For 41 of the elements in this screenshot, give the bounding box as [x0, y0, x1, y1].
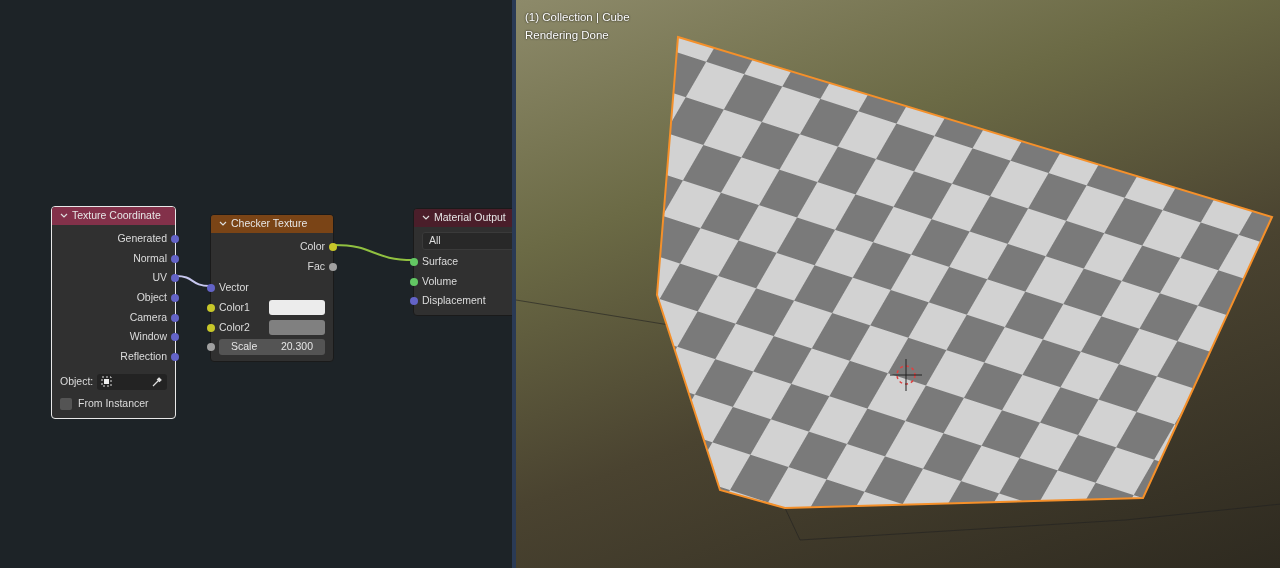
- color-swatch[interactable]: [269, 320, 325, 336]
- 3d-cursor-icon[interactable]: [889, 358, 923, 392]
- checkbox-label: From Instancer: [78, 395, 149, 411]
- node-header[interactable]: Checker Texture: [211, 215, 333, 233]
- output-label: Color: [299, 238, 325, 254]
- chevron-down-icon: [219, 221, 227, 227]
- output-label: UV: [152, 270, 167, 286]
- output-label: Object: [136, 290, 167, 306]
- viewport-info-text: (1) Collection | Cube: [525, 10, 630, 25]
- output-label: Generated: [117, 230, 167, 246]
- eyedropper-icon[interactable]: [151, 375, 163, 388]
- dropdown-field[interactable]: All: [422, 232, 512, 250]
- node-title: Material Output: [434, 210, 506, 226]
- viewport-info-text: Rendering Done: [525, 28, 610, 43]
- input-label: Surface: [422, 253, 459, 269]
- node-card[interactable]: Material Output All Surface Volume Displacement: [413, 208, 512, 317]
- output-label: Reflection: [120, 349, 167, 365]
- number-field[interactable]: Scale 20.300: [219, 339, 325, 356]
- node-card[interactable]: Texture Coordinate Generated Normal UV Object Camera Window Reflection Object: From Instancer: [51, 206, 176, 419]
- output-label: Window: [129, 329, 167, 345]
- input-label: Color2: [219, 319, 251, 335]
- chevron-down-icon: [422, 215, 430, 221]
- output-label: Fac: [307, 258, 325, 274]
- field-label: Object:: [60, 373, 94, 389]
- output-label: Camera: [129, 309, 167, 325]
- node-header[interactable]: Material Output: [414, 209, 512, 227]
- color-swatch[interactable]: [269, 300, 325, 316]
- input-label: Displacement: [422, 293, 486, 309]
- input-label: Volume: [422, 273, 458, 289]
- object-icon: [101, 376, 113, 388]
- input-label: Vector: [219, 280, 249, 296]
- checkbox[interactable]: [60, 397, 72, 410]
- node-title: Checker Texture: [231, 216, 308, 232]
- chevron-down-icon: [60, 213, 68, 219]
- output-label: Normal: [133, 250, 167, 266]
- node-title: Texture Coordinate: [72, 208, 161, 224]
- checkered-cube-drawing[interactable]: [656, 35, 1274, 509]
- node-header[interactable]: Texture Coordinate: [52, 207, 175, 225]
- input-label: Color1: [219, 300, 251, 316]
- object-field[interactable]: [97, 373, 167, 390]
- node-card[interactable]: Checker Texture Color Fac Vector Color1 Color2 Scale 20.300: [210, 214, 334, 363]
